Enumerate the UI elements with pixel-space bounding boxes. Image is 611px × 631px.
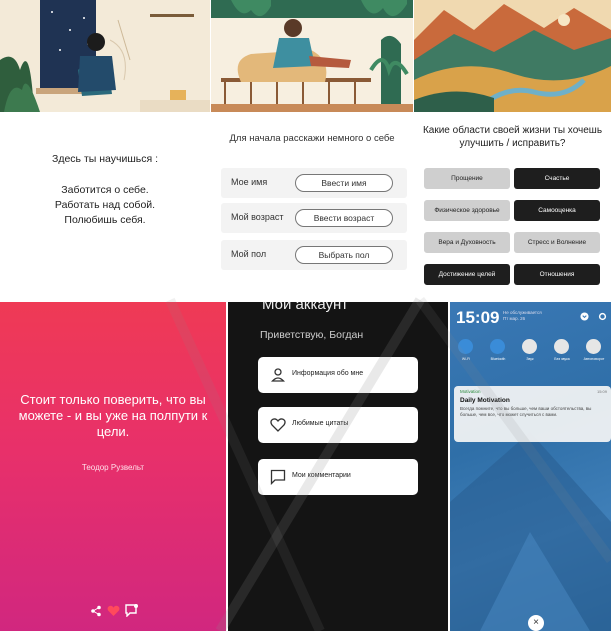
woman-at-window-illustration <box>0 0 210 112</box>
qs-label-rotate: Автоповорот <box>583 357 605 361</box>
option-stress[interactable]: Стресс и Волнение <box>514 232 600 253</box>
rotate-toggle[interactable] <box>586 339 601 354</box>
bluetooth-toggle[interactable] <box>490 339 505 354</box>
date-line: Пт мар. 26 <box>503 316 526 321</box>
life-areas-panel: Какие области своей жизни ты хочешь улуч… <box>414 0 611 300</box>
sound-toggle[interactable] <box>522 339 537 354</box>
account-title: Мой аккаунт <box>262 302 349 313</box>
wifi-toggle[interactable] <box>458 339 473 354</box>
mute-toggle[interactable] <box>554 339 569 354</box>
name-label: Мое имя <box>231 177 268 187</box>
quote-panel: Стоит только поверить, что вы можете - и… <box>0 302 226 631</box>
gender-label: Мой пол <box>231 249 267 259</box>
option-goals[interactable]: Достижение целей <box>424 264 510 285</box>
notification-body: Всегда помните, что вы больше, чем ваши … <box>460 406 592 417</box>
profile-intro-text: Для начала расскажи немного о себе <box>229 133 395 144</box>
landscape-illustration <box>414 0 611 112</box>
option-happiness[interactable]: Счастье <box>514 168 600 189</box>
motivation-notification[interactable]: Motivation 15:09 Daily Motivation Всегда… <box>454 386 611 442</box>
comment-icon <box>270 469 286 485</box>
option-forgiveness[interactable]: Прощение <box>424 168 510 189</box>
account-panel: Мой аккаунт Приветствую, Богдан Информац… <box>228 302 448 631</box>
person-icon <box>271 368 285 382</box>
notification-title: Daily Motivation <box>460 397 510 404</box>
qs-label-mute: Без звука <box>554 357 570 361</box>
comment-icon[interactable] <box>125 604 138 617</box>
gender-field-row: Мой пол Выбрать пол <box>221 240 407 270</box>
enter-name-button[interactable]: Ввести имя <box>295 174 393 192</box>
heart-icon <box>270 418 286 432</box>
clock-time: 15:09 <box>456 308 500 327</box>
account-greeting: Приветствую, Богдан <box>260 329 364 341</box>
option-faith[interactable]: Вера и Духовность <box>424 232 510 253</box>
life-areas-question: Какие области своей жизни ты хочешь улуч… <box>422 125 603 149</box>
age-field-row: Мой возраст Ввести возраст <box>221 203 407 233</box>
qs-label-sound: Звук <box>526 357 534 361</box>
age-label: Мой возраст <box>231 212 284 222</box>
about-me-label: Информация обо мне <box>292 370 364 377</box>
woman-reading-illustration <box>211 0 413 112</box>
select-gender-button[interactable]: Выбрать пол <box>295 246 393 264</box>
favorite-quotes-label: Любимые цитаты <box>292 420 349 427</box>
intro-line-2: Работать над собой. <box>54 199 156 211</box>
option-relationships[interactable]: Отношения <box>514 264 600 285</box>
profile-setup-panel: Для начала расскажи немного о себе Мое и… <box>211 0 413 300</box>
option-self-esteem[interactable]: Самооценка <box>514 200 600 221</box>
intro-line-1: Заботится о себе. <box>61 184 149 196</box>
name-field-row: Мое имя Ввести имя <box>221 168 407 198</box>
carrier-status: Не обслуживается Пт мар. 26 <box>503 310 542 322</box>
settings-icon[interactable] <box>598 312 607 321</box>
intro-line-3: Полюбишь себя. <box>64 214 146 226</box>
notification-time: 15:09 <box>596 389 607 394</box>
notification-shade-panel: 15:09 Не обслуживается Пт мар. 26 Wi-Fi … <box>450 302 611 631</box>
favorite-quotes-card[interactable]: Любимые цитаты <box>258 407 418 443</box>
my-comments-card[interactable]: Мои комментарии <box>258 459 418 495</box>
close-icon[interactable]: × <box>528 615 544 631</box>
qs-label-bluetooth: Bluetooth <box>490 357 506 361</box>
share-icon[interactable] <box>90 605 102 617</box>
heart-icon[interactable] <box>107 605 120 617</box>
quote-author: Теодор Рузвельт <box>81 463 145 472</box>
option-physical-health[interactable]: Физическое здоровье <box>424 200 510 221</box>
onboarding-intro-panel: Здесь ты научишься : Заботится о себе. Р… <box>0 0 210 300</box>
about-me-card[interactable]: Информация обо мне <box>258 357 418 393</box>
qs-label-wifi: Wi-Fi <box>461 357 471 361</box>
enter-age-button[interactable]: Ввести возраст <box>295 209 393 227</box>
notification-app-name: Motivation <box>460 389 481 394</box>
my-comments-label: Мои комментарии <box>292 472 351 479</box>
power-icon[interactable] <box>580 312 589 321</box>
quote-text: Стоит только поверить, что вы можете - и… <box>18 392 208 439</box>
intro-heading: Здесь ты научишься : <box>52 153 158 165</box>
